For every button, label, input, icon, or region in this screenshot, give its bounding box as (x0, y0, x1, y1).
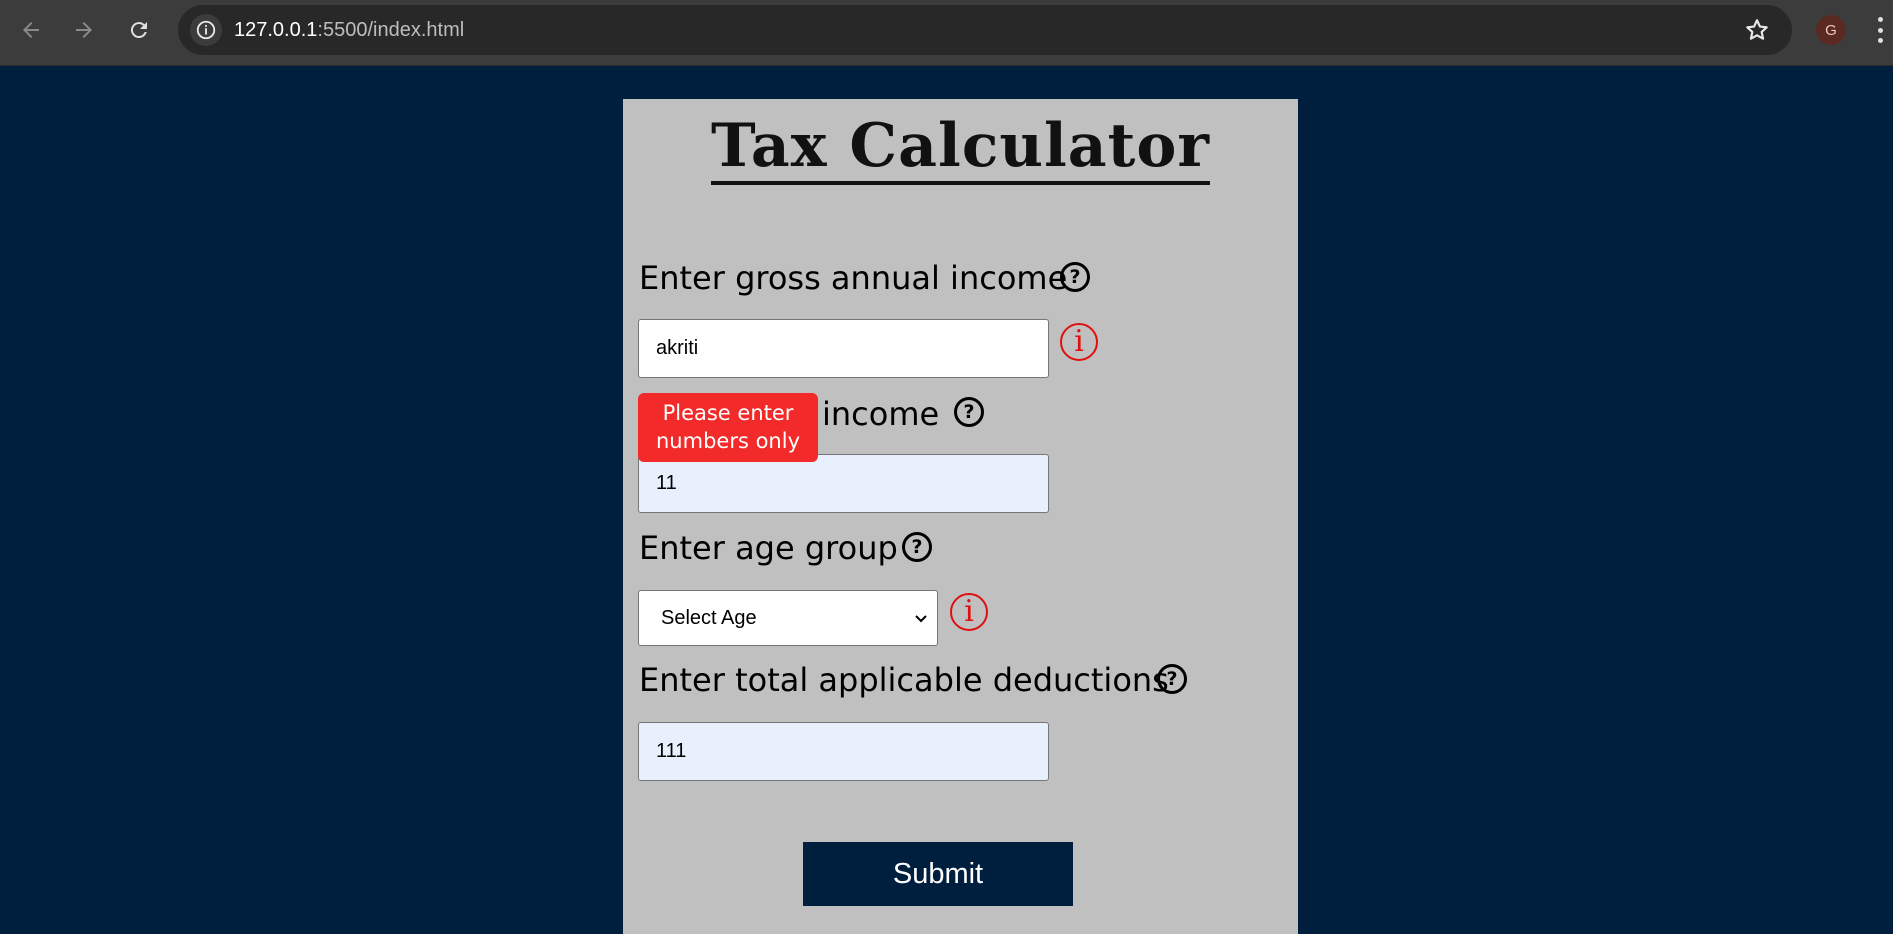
forward-icon[interactable] (68, 14, 100, 46)
page-title-text: Tax Calculator (710, 111, 1211, 185)
profile-avatar[interactable]: G (1816, 15, 1846, 45)
url-path: :5500/index.html (317, 19, 465, 41)
gross-income-label: Enter gross annual income (639, 259, 1068, 297)
gross-income-input[interactable]: akriti (638, 319, 1049, 378)
address-bar[interactable]: 127.0.0.1:5500/index.html (178, 5, 1792, 55)
url-host: 127.0.0.1 (234, 19, 318, 41)
submit-button[interactable]: Submit (803, 842, 1073, 906)
age-group-help-icon[interactable]: ? (902, 532, 932, 562)
gross-income-error-icon[interactable]: i (1060, 323, 1098, 361)
age-group-error-icon[interactable]: i (950, 593, 988, 631)
reload-icon[interactable] (123, 14, 155, 46)
age-group-label: Enter age group (639, 529, 898, 567)
site-info-icon[interactable] (190, 14, 222, 46)
validation-tooltip-line2: numbers only (656, 429, 800, 453)
deductions-input[interactable]: 111 (638, 722, 1049, 781)
chevron-down-icon (915, 615, 927, 623)
validation-tooltip: Please enter numbers only (638, 393, 818, 462)
url-text: 127.0.0.1:5500/index.html (234, 19, 464, 42)
validation-tooltip-line1: Please enter (662, 401, 794, 425)
browser-toolbar: 127.0.0.1:5500/index.html G (0, 0, 1893, 66)
page-title: Tax Calculator (623, 109, 1298, 185)
age-group-selected: Select Age (661, 606, 757, 629)
deductions-label: Enter total applicable deductions (639, 661, 1169, 699)
menu-icon[interactable] (1876, 17, 1884, 43)
age-group-select[interactable]: Select Age (638, 590, 938, 646)
bookmark-star-icon[interactable] (1744, 17, 1770, 43)
gross-income-help-icon[interactable]: ? (1060, 262, 1090, 292)
extra-income-input[interactable]: 11 (638, 454, 1049, 513)
tax-calculator-card: Tax Calculator Enter gross annual income… (623, 99, 1298, 934)
extra-income-label: income (822, 395, 940, 433)
back-icon[interactable] (15, 14, 47, 46)
extra-income-help-icon[interactable]: ? (954, 397, 984, 427)
deductions-help-icon[interactable]: ? (1157, 664, 1187, 694)
